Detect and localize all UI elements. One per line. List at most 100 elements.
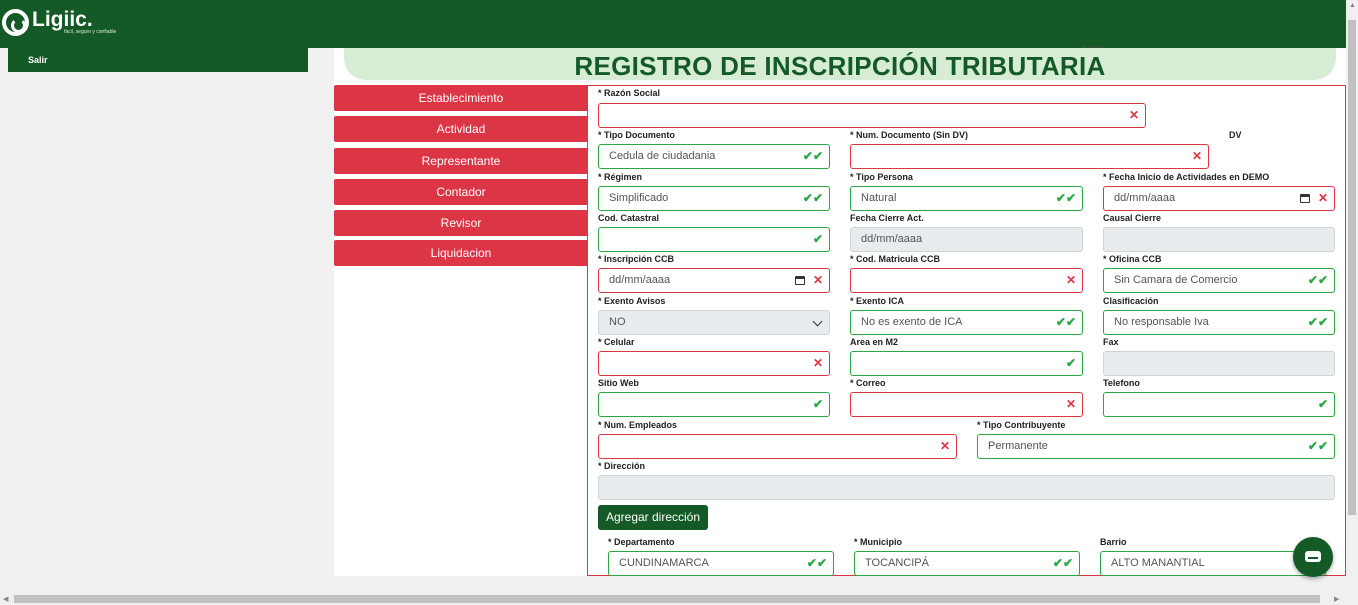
- num-empleados-input[interactable]: ✕: [598, 434, 957, 459]
- invalid-icon: ✕: [939, 439, 950, 453]
- celular-input[interactable]: ✕: [598, 351, 830, 376]
- telefono-input[interactable]: ✔: [1103, 392, 1335, 417]
- invalid-icon: ✕: [1317, 191, 1328, 205]
- direccion-label: * Dirección: [598, 461, 646, 471]
- fecha-inicio-date[interactable]: dd/mm/aaaa ✕: [1103, 186, 1335, 211]
- cod-matricula-label: * Cod. Matricula CCB: [850, 254, 941, 264]
- oficina-ccb-select[interactable]: Sin Camara de Comercio ✔✔: [1103, 268, 1335, 293]
- area-m2-label: Area en M2: [850, 337, 899, 347]
- exento-avisos-label: * Exento Avisos: [598, 296, 666, 306]
- horizontal-scroll-thumb[interactable]: [14, 595, 1320, 603]
- tipo-contribuyente-label: * Tipo Contribuyente: [977, 420, 1066, 430]
- sitio-web-label: Sitio Web: [598, 378, 639, 388]
- valid-select-icon: ✔✔: [802, 149, 823, 163]
- fax-label: Fax: [1103, 337, 1119, 347]
- logo-mark-icon: [2, 9, 29, 36]
- area-m2-input[interactable]: ✔: [850, 351, 1083, 376]
- calendar-icon[interactable]: [1300, 194, 1310, 203]
- valid-icon: ✔: [812, 232, 823, 246]
- celular-label: * Celular: [598, 337, 635, 347]
- scroll-up-icon[interactable]: ▲: [1349, 2, 1356, 9]
- tipo-documento-label: * Tipo Documento: [598, 130, 675, 140]
- invalid-icon: ✕: [1128, 108, 1139, 122]
- valid-select-icon: ✔✔: [1307, 315, 1328, 329]
- valid-select-icon: ✔✔: [802, 191, 823, 205]
- razon-social-label: * Razón Social: [598, 88, 661, 98]
- valid-select-icon: ✔✔: [806, 556, 827, 570]
- horizontal-scrollbar[interactable]: ◀ ▶: [0, 593, 1358, 605]
- causal-cierre-input: [1103, 227, 1335, 252]
- tipo-persona-select[interactable]: Natural ✔✔: [850, 186, 1083, 211]
- tab-contador[interactable]: Contador: [334, 179, 588, 205]
- invalid-icon: ✕: [1065, 273, 1076, 287]
- registration-form: * Razón Social ✕ * Tipo Documento Cedula…: [587, 85, 1346, 576]
- ligiic-logo[interactable]: Ligiic. fácil, seguro y confiable: [2, 7, 116, 39]
- fecha-inicio-label: * Fecha Inicio de Actividades en DEMO: [1103, 172, 1270, 182]
- cod-catastral-label: Cod. Catastral: [598, 213, 660, 223]
- valid-icon: ✔: [812, 397, 823, 411]
- departamento-select[interactable]: CUNDINAMARCA ✔✔: [608, 551, 834, 576]
- scroll-left-icon[interactable]: ◀: [3, 595, 8, 603]
- chat-icon: [1305, 551, 1321, 562]
- tab-establecimiento[interactable]: Establecimiento: [334, 85, 588, 111]
- clasificacion-label: Clasificación: [1103, 296, 1159, 306]
- municipio-label: * Municipio: [854, 537, 902, 547]
- correo-label: * Correo: [850, 378, 886, 388]
- tipo-contribuyente-select[interactable]: Permanente ✔✔: [977, 434, 1335, 459]
- razon-social-input[interactable]: ✕: [598, 103, 1146, 128]
- clasificacion-select[interactable]: No responsable Iva ✔✔: [1103, 310, 1335, 335]
- exento-ica-label: * Exento ICA: [850, 296, 905, 306]
- tab-liquidacion[interactable]: Liquidacion: [334, 240, 588, 266]
- regimen-select[interactable]: Simplificado ✔✔: [598, 186, 830, 211]
- invalid-icon: ✕: [1191, 149, 1202, 163]
- logo-tagline: fácil, seguro y confiable: [64, 29, 117, 35]
- version-label: Version 23.2: [1081, 44, 1104, 49]
- tab-representante[interactable]: Representante: [334, 148, 588, 174]
- tipo-persona-label: * Tipo Persona: [850, 172, 913, 182]
- agregar-direccion-button[interactable]: Agregar dirección: [598, 505, 708, 530]
- sitio-web-input[interactable]: ✔: [598, 392, 830, 417]
- sidebar-menu: Salir: [8, 48, 308, 72]
- valid-select-icon: ✔✔: [1055, 315, 1076, 329]
- exento-ica-select[interactable]: No es exento de ICA ✔✔: [850, 310, 1083, 335]
- invalid-icon: ✕: [1065, 397, 1076, 411]
- exento-avisos-select[interactable]: NO: [598, 310, 830, 335]
- municipio-select[interactable]: TOCANCIPÁ ✔✔: [854, 551, 1080, 576]
- dv-label: DV: [1229, 130, 1242, 140]
- barrio-label: Barrio: [1100, 537, 1127, 547]
- calendar-icon[interactable]: [795, 276, 805, 285]
- fax-input: [1103, 351, 1335, 376]
- cod-catastral-input[interactable]: ✔: [598, 227, 830, 252]
- logout-link[interactable]: Salir: [28, 55, 48, 65]
- scroll-right-icon[interactable]: ▶: [1334, 595, 1339, 603]
- direccion-input: [598, 475, 1335, 500]
- tipo-documento-select[interactable]: Cedula de ciudadania ✔✔: [598, 144, 830, 169]
- tab-actividad[interactable]: Actividad: [334, 116, 588, 142]
- inscripcion-ccb-label: * Inscripción CCB: [598, 254, 675, 264]
- valid-icon: ✔: [1065, 356, 1076, 370]
- chat-button[interactable]: [1293, 537, 1333, 577]
- fecha-cierre-label: Fecha Cierre Act.: [850, 213, 924, 223]
- chevron-down-icon: [812, 316, 823, 327]
- invalid-icon: ✕: [812, 273, 823, 287]
- oficina-ccb-label: * Oficina CCB: [1103, 254, 1162, 264]
- page-title: REGISTRO DE INSCRIPCIÓN TRIBUTARIA: [574, 51, 1106, 81]
- valid-icon: ✔: [1317, 397, 1328, 411]
- num-documento-label: * Num. Documento (Sin DV): [850, 130, 969, 140]
- tab-revisor[interactable]: Revisor: [334, 210, 588, 236]
- causal-cierre-label: Causal Cierre: [1103, 213, 1162, 223]
- valid-select-icon: ✔✔: [1052, 556, 1073, 570]
- correo-input[interactable]: ✕: [850, 392, 1083, 417]
- telefono-label: Telefono: [1103, 378, 1140, 388]
- title-banner: Version 23.2 REGISTRO DE INSCRIPCIÓN TRI…: [344, 44, 1336, 81]
- cod-matricula-input[interactable]: ✕: [850, 268, 1083, 293]
- invalid-icon: ✕: [812, 356, 823, 370]
- vertical-scrollbar[interactable]: ▲: [1346, 0, 1358, 593]
- departamento-label: * Departamento: [608, 537, 675, 547]
- valid-select-icon: ✔✔: [1307, 273, 1328, 287]
- vertical-scroll-thumb[interactable]: [1348, 20, 1356, 515]
- num-documento-input[interactable]: ✕: [850, 144, 1209, 169]
- regimen-label: * Régimen: [598, 172, 643, 182]
- inscripcion-ccb-date[interactable]: dd/mm/aaaa ✕: [598, 268, 830, 293]
- num-empleados-label: * Num. Empleados: [598, 420, 678, 430]
